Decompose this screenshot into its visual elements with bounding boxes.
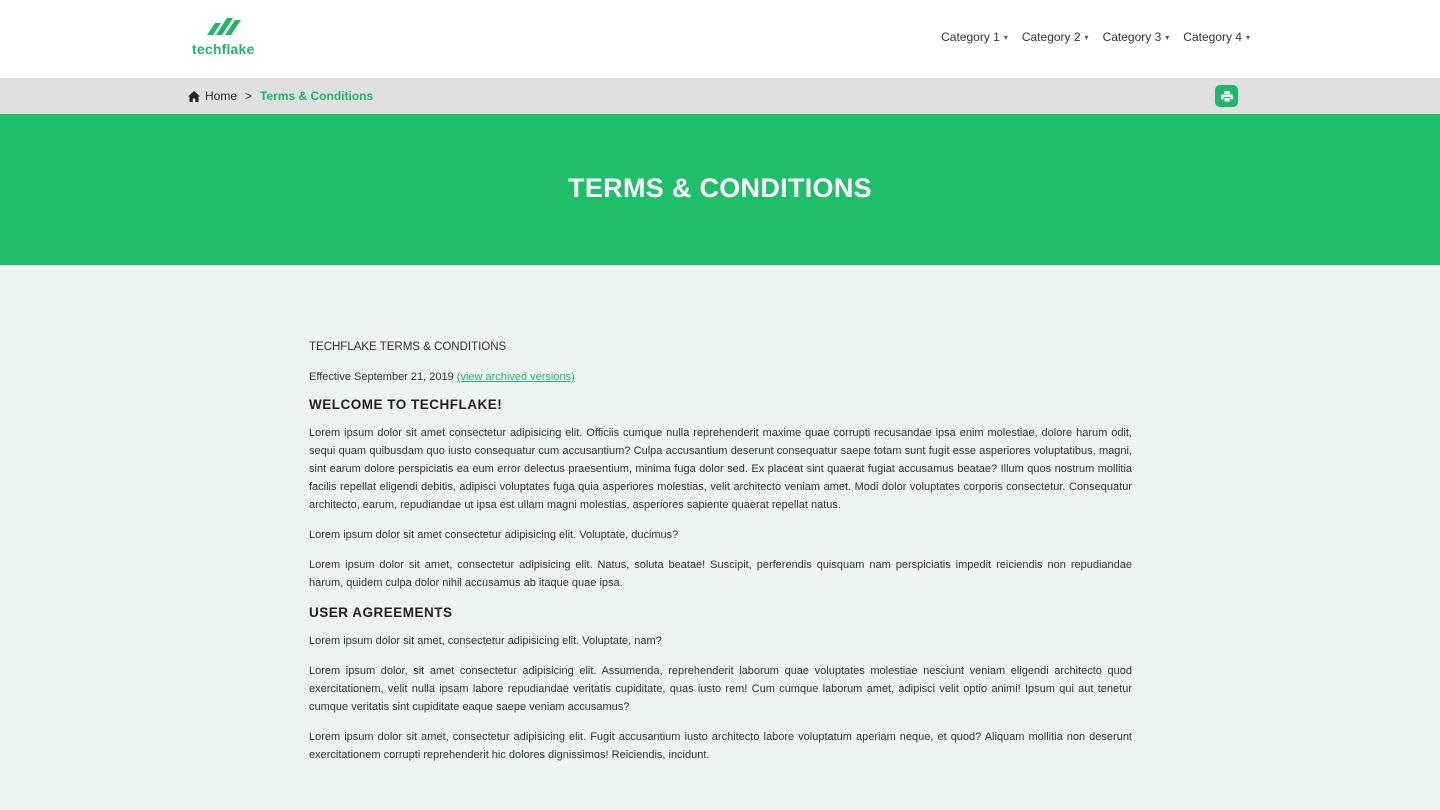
caret-down-icon: ▾ — [1245, 32, 1250, 42]
site-logo[interactable]: techflake — [192, 15, 272, 63]
page-title: TERMS & CONDITIONS — [568, 173, 872, 203]
caret-down-icon: ▾ — [1165, 32, 1170, 42]
nav-label: Category 2 — [1021, 30, 1081, 44]
breadcrumb-separator: > — [245, 89, 253, 103]
nav-category-1[interactable]: Category 1 ▾ — [941, 30, 1008, 44]
effective-date: Effective September 21, 2019 (view archi… — [309, 368, 1132, 386]
user-agreements-paragraph: Lorem ipsum dolor, sit amet consectetur … — [309, 665, 1132, 713]
user-agreements-paragraph: Lorem ipsum dolor sit amet, consectetur … — [309, 635, 662, 647]
caret-down-icon: ▾ — [1084, 32, 1089, 42]
breadcrumb-home-link[interactable]: Home — [205, 89, 237, 103]
main-nav: Category 1 ▾ Category 2 ▾ Category 3 ▾ C… — [941, 30, 1250, 44]
home-icon — [188, 90, 200, 102]
document-title: TECHFLAKE TERMS & CONDITIONS — [309, 341, 507, 353]
breadcrumb: Home > Terms & Conditions — [188, 89, 373, 103]
site-header: techflake Category 1 ▾ Category 2 ▾ Cate… — [0, 0, 1440, 78]
logo-text: techflake — [192, 41, 255, 57]
welcome-heading: WELCOME TO TECHFLAKE! — [309, 397, 503, 412]
nav-category-4[interactable]: Category 4 ▾ — [1183, 30, 1250, 44]
nav-label: Category 3 — [1102, 30, 1162, 44]
breadcrumb-bar: Home > Terms & Conditions — [0, 78, 1440, 114]
caret-down-icon: ▾ — [1003, 32, 1008, 42]
nav-category-2[interactable]: Category 2 ▾ — [1022, 30, 1089, 44]
effective-date-text: Effective September 21, 2019 — [309, 371, 457, 383]
welcome-paragraph: Lorem ipsum dolor sit amet consectetur a… — [309, 427, 1132, 511]
print-icon — [1220, 90, 1233, 102]
nav-label: Category 1 — [941, 30, 1000, 44]
breadcrumb-current: Terms & Conditions — [260, 89, 374, 103]
nav-label: Category 4 — [1183, 30, 1242, 44]
techflake-logo-icon — [207, 18, 241, 35]
terms-content: TECHFLAKE TERMS & CONDITIONS Effective S… — [309, 338, 1132, 776]
user-agreements-heading: USER AGREEMENTS — [309, 605, 453, 620]
user-agreements-paragraph: Lorem ipsum dolor sit amet, consectetur … — [309, 731, 1132, 761]
welcome-paragraph: Lorem ipsum dolor sit amet consectetur a… — [309, 529, 679, 541]
nav-category-3[interactable]: Category 3 ▾ — [1103, 30, 1170, 44]
print-button[interactable] — [1215, 85, 1238, 107]
archived-versions-link[interactable]: (view archived versions) — [457, 371, 575, 383]
welcome-paragraph: Lorem ipsum dolor sit amet, consectetur … — [309, 559, 1132, 589]
page-hero: TERMS & CONDITIONS — [0, 114, 1440, 265]
